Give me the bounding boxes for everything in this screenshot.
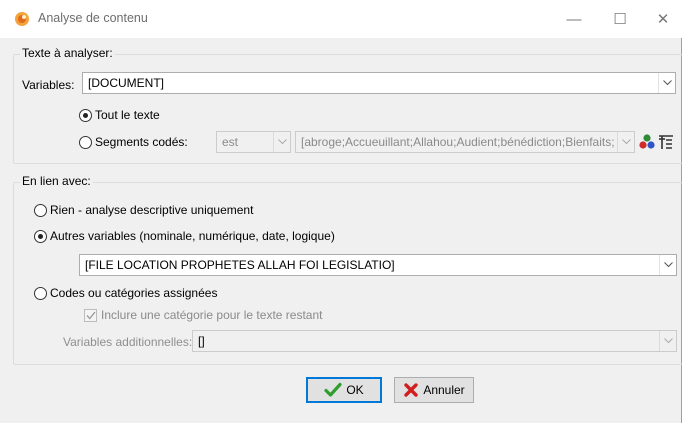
- inclure-categorie-checkbox[interactable]: Inclure une catégorie pour le texte rest…: [84, 308, 322, 322]
- analyse-contenu-dialog: Analyse de contenu — ☐ ✕ Texte à analyse…: [0, 0, 682, 423]
- variables-label: Variables:: [22, 78, 75, 92]
- segment-operator-value: est: [222, 135, 239, 149]
- variables-select[interactable]: [DOCUMENT]: [82, 72, 676, 94]
- title-bar: Analyse de contenu — ☐ ✕: [0, 0, 682, 38]
- ok-button-label: OK: [346, 383, 364, 397]
- window-title: Analyse de contenu: [38, 11, 148, 25]
- segment-codes-select[interactable]: [abroge;Accueuillant;Allahou;Audient;bén…: [295, 131, 635, 153]
- radio-circle[interactable]: [79, 108, 92, 122]
- variables-additionnelles-select[interactable]: []: [192, 330, 677, 352]
- radio-segments-codes-label: Segments codés:: [95, 135, 188, 149]
- close-button[interactable]: ✕: [640, 0, 682, 38]
- radio-rien-label: Rien - analyse descriptive uniquement: [50, 203, 254, 217]
- radio-circle[interactable]: [34, 203, 47, 217]
- chevron-down-icon: [658, 73, 675, 93]
- autres-variables-select[interactable]: [FILE LOCATION PROPHETES ALLAH FOI LEGIS…: [79, 254, 677, 276]
- chevron-down-icon: [659, 331, 676, 351]
- annuler-button[interactable]: Annuler: [394, 377, 474, 403]
- annuler-button-label: Annuler: [423, 383, 465, 397]
- chevron-down-icon: [617, 132, 634, 152]
- variables-additionnelles-value: []: [198, 334, 205, 348]
- app-logo-icon: [15, 12, 29, 26]
- code-filter-icon[interactable]: [657, 133, 675, 151]
- radio-circle[interactable]: [34, 229, 47, 243]
- radio-tout-le-texte-label: Tout le texte: [95, 108, 160, 122]
- colored-dots-icon[interactable]: [638, 133, 656, 151]
- chevron-down-icon: [273, 132, 290, 152]
- texte-group-label: Texte à analyser:: [20, 46, 115, 60]
- chevron-down-icon: [659, 255, 676, 275]
- inclure-categorie-label: Inclure une catégorie pour le texte rest…: [101, 308, 323, 322]
- radio-circle[interactable]: [34, 286, 47, 300]
- minimize-button[interactable]: —: [551, 0, 597, 38]
- green-check-icon: [324, 382, 342, 397]
- red-x-icon: [404, 383, 419, 397]
- radio-codes-categories-label: Codes ou catégories assignées: [50, 286, 218, 300]
- radio-segments-codes[interactable]: Segments codés:: [79, 135, 188, 149]
- maximize-button[interactable]: ☐: [597, 0, 643, 38]
- ok-button[interactable]: OK: [306, 377, 382, 403]
- radio-tout-le-texte[interactable]: Tout le texte: [79, 108, 160, 122]
- radio-autres-variables-label: Autres variables (nominale, numérique, d…: [50, 229, 335, 243]
- radio-autres-variables[interactable]: Autres variables (nominale, numérique, d…: [34, 229, 335, 243]
- segment-codes-value: [abroge;Accueuillant;Allahou;Audient;bén…: [301, 135, 614, 149]
- radio-codes-categories[interactable]: Codes ou catégories assignées: [34, 286, 217, 300]
- variables-select-value: [DOCUMENT]: [88, 76, 164, 90]
- variables-additionnelles-label: Variables additionnelles:: [63, 335, 193, 349]
- radio-circle[interactable]: [79, 135, 92, 149]
- lien-group-label: En lien avec:: [20, 174, 93, 188]
- radio-rien[interactable]: Rien - analyse descriptive uniquement: [34, 203, 253, 217]
- segment-operator-select[interactable]: est: [216, 131, 291, 153]
- checkbox-box[interactable]: [84, 308, 97, 322]
- autres-variables-value: [FILE LOCATION PROPHETES ALLAH FOI LEGIS…: [85, 258, 395, 272]
